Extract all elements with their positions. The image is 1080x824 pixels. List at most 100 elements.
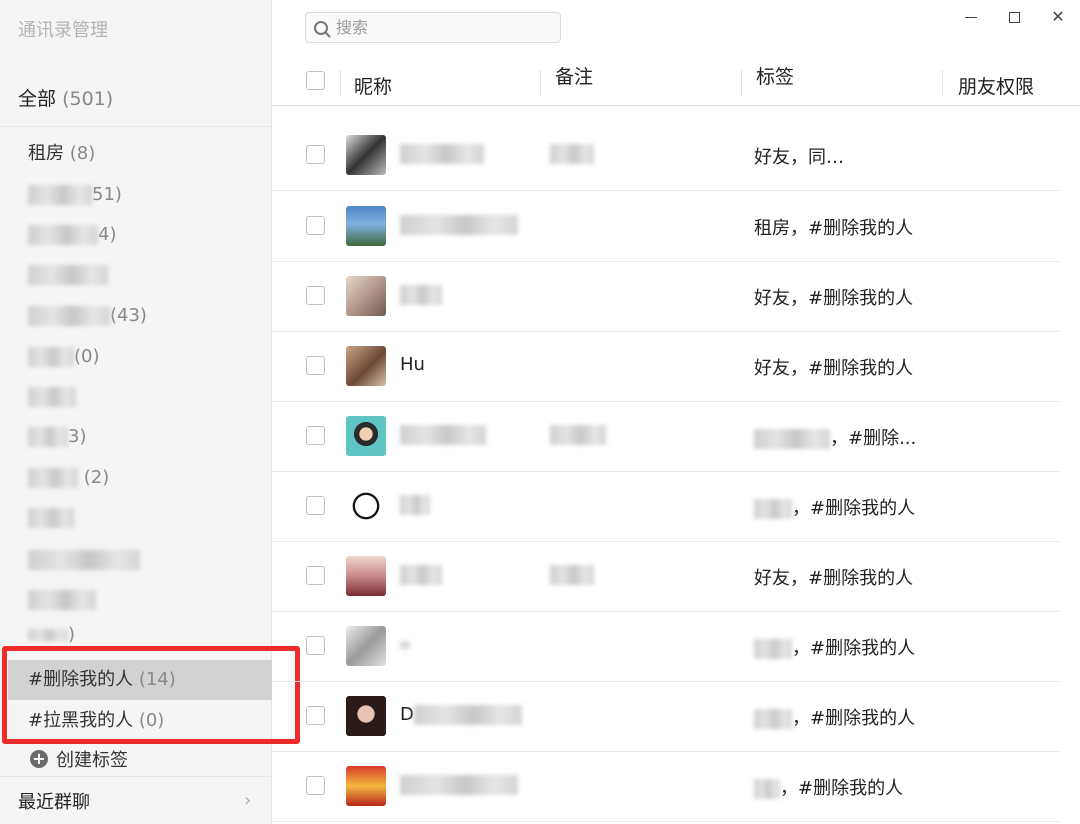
tag-item[interactable]: 4) [0, 215, 272, 255]
avatar [346, 135, 386, 175]
row-checkbox[interactable] [306, 216, 325, 235]
table-row[interactable]: 租房，#删除我的人 [272, 192, 1060, 262]
avatar [346, 626, 386, 666]
row-tags: 好友，#删除我的人 [754, 568, 914, 589]
tag-item[interactable]: 租房 (8) [0, 134, 272, 174]
row-tags-text: ，#删除我的人 [792, 498, 916, 519]
row-tags-text: ，#删除我的人 [792, 638, 916, 659]
row-checkbox[interactable] [306, 636, 325, 655]
row-tags-text: ，#删除... [830, 428, 917, 449]
maximize-icon [1008, 12, 1020, 23]
row-checkbox[interactable] [306, 496, 325, 515]
tag-item[interactable]: 3) [0, 417, 272, 457]
avatar [346, 696, 386, 736]
row-nickname [400, 774, 518, 795]
tag-count: (43) [110, 305, 147, 326]
row-checkbox[interactable] [306, 776, 325, 795]
avatar [346, 766, 386, 806]
row-remark [550, 424, 606, 445]
tag-count: (8) [69, 143, 96, 164]
search-box[interactable] [305, 12, 561, 43]
table-row[interactable]: 好友，同… [272, 121, 1060, 191]
tag-item[interactable]: (0) [0, 337, 272, 377]
row-remark [550, 564, 594, 585]
row-nickname [400, 424, 486, 445]
table-row[interactable]: ，#删除... [272, 402, 1060, 472]
tag-item[interactable]: (2) [0, 458, 272, 498]
column-divider [741, 70, 742, 96]
row-checkbox[interactable] [306, 706, 325, 725]
avatar [346, 276, 386, 316]
avatar [346, 556, 386, 596]
row-tags: ，#删除... [754, 424, 916, 450]
avatar [346, 206, 386, 246]
table-row[interactable]: D ，#删除我的人 [272, 682, 1060, 752]
row-tags-text: ，#删除我的人 [792, 708, 916, 729]
row-checkbox[interactable] [306, 286, 325, 305]
tag-count: (0) [74, 346, 100, 367]
tag-count: 3) [68, 426, 87, 447]
tag-item[interactable]: (43) [0, 296, 272, 336]
table-row[interactable]: ，#删除我的人 [272, 472, 1060, 542]
minimize-button[interactable] [956, 6, 986, 28]
sidebar-item-recent-groups[interactable]: 最近群聊 [18, 788, 90, 814]
row-nickname [400, 634, 410, 655]
search-input[interactable] [336, 18, 536, 37]
minimize-icon [965, 17, 977, 18]
row-tags: 好友，#删除我的人 [754, 358, 914, 379]
row-nickname [400, 284, 442, 305]
sidebar-item-all[interactable]: 全部 (501) [18, 84, 113, 111]
divider [0, 776, 272, 777]
create-tag-button[interactable]: + 创建标签 [30, 746, 128, 772]
select-all-checkbox[interactable] [306, 71, 325, 90]
tag-item[interactable] [0, 498, 272, 538]
avatar [346, 346, 386, 386]
row-checkbox[interactable] [306, 356, 325, 375]
avatar [346, 486, 386, 526]
column-header-permissions[interactable]: 朋友权限 [958, 72, 1034, 99]
sidebar-item-count: (501) [62, 88, 114, 110]
chevron-right-icon[interactable]: › [244, 790, 251, 811]
main-panel: ✕ 昵称 备注 标签 朋友权限 好友，同… 租房，#删除我的人 好友，#删除我的… [272, 0, 1080, 824]
table-row[interactable]: 好友，#删除我的人 [272, 542, 1060, 612]
tag-count: 51) [92, 184, 122, 205]
close-icon: ✕ [1051, 7, 1065, 26]
table-row[interactable]: 好友，#删除我的人 [272, 262, 1060, 332]
tag-item[interactable] [0, 580, 272, 620]
tag-item[interactable] [0, 540, 272, 580]
row-nickname: Hu [400, 354, 425, 375]
row-tags: ，#删除我的人 [754, 634, 915, 660]
row-checkbox[interactable] [306, 566, 325, 585]
row-remark [550, 143, 594, 164]
table-row[interactable]: ，#删除我的人 [272, 612, 1060, 682]
column-divider [540, 70, 541, 96]
row-nickname: D [400, 704, 522, 725]
row-nickname-text: D [400, 704, 414, 725]
plus-icon: + [30, 750, 48, 768]
tag-item[interactable] [0, 377, 272, 417]
row-checkbox[interactable] [306, 426, 325, 445]
row-tags: ，#删除我的人 [754, 774, 903, 800]
column-divider [340, 70, 341, 96]
row-tags: ，#删除我的人 [754, 494, 915, 520]
row-tags: 好友，#删除我的人 [754, 288, 914, 309]
sidebar-item-label: 全部 [18, 88, 57, 110]
row-checkbox[interactable] [306, 145, 325, 164]
tag-item[interactable]: 51) [0, 175, 272, 215]
column-divider [942, 70, 943, 96]
table-header: 昵称 备注 标签 朋友权限 [272, 58, 1080, 106]
row-nickname [400, 564, 442, 585]
tag-item[interactable] [0, 255, 272, 295]
column-header-tags[interactable]: 标签 [756, 62, 794, 89]
maximize-button[interactable] [999, 6, 1029, 28]
tag-count: ) [68, 624, 76, 645]
close-button[interactable]: ✕ [1043, 6, 1073, 28]
row-tags: 好友，同… [754, 147, 844, 168]
row-nickname [400, 214, 518, 235]
column-header-remark[interactable]: 备注 [555, 62, 593, 89]
table-row[interactable]: Hu 好友，#删除我的人 [272, 332, 1060, 402]
table-row[interactable]: ，#删除我的人 [272, 752, 1060, 822]
row-nickname [400, 494, 430, 515]
column-header-nickname[interactable]: 昵称 [354, 72, 392, 99]
create-tag-label: 创建标签 [56, 750, 128, 771]
